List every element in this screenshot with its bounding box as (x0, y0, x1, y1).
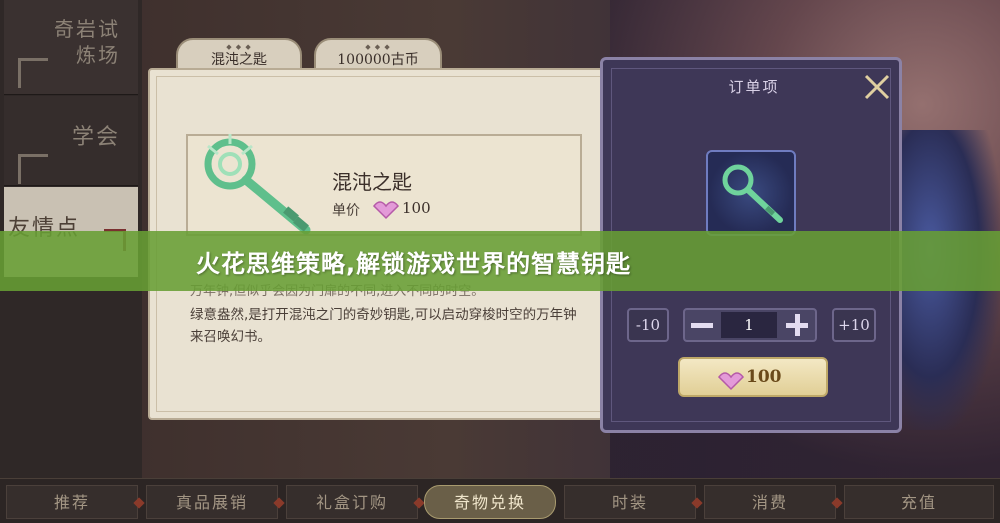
arrow-icon (18, 154, 48, 184)
tab-label: 礼盒订购 (315, 493, 388, 512)
bottom-tab-bar: 推荐 真品展销 礼盒订购 奇物兑换 时装 消费 充值 (0, 478, 1000, 523)
diamond-icon (273, 497, 285, 509)
ornament-icon: ◆ ◆ ◆ (226, 43, 252, 51)
item-tab-button[interactable]: ◆ ◆ ◆ 混沌之匙 (176, 38, 302, 72)
menu-item-label: 学会 (71, 125, 120, 150)
quantity-field[interactable]: 1 (721, 312, 777, 338)
tab-label: 时装 (611, 493, 648, 512)
item-tab-label: 混沌之匙 (211, 52, 267, 68)
menu-item-qiyan[interactable]: 奇岩试炼场 (4, 0, 138, 95)
tab-chongzhi[interactable]: 充值 (844, 485, 994, 519)
tab-label: 真品展销 (175, 493, 248, 512)
gem-icon (718, 372, 744, 391)
purchase-price: 100 (746, 367, 782, 387)
tab-label: 消费 (751, 493, 788, 512)
minus-icon[interactable] (691, 323, 713, 328)
title-banner: 火花思维策略,解锁游戏世界的智慧钥匙 (0, 231, 1000, 291)
currency-tab-label: 100000古币 (337, 52, 419, 68)
quantity-stepper: 1 (683, 308, 817, 342)
plus-ten-button[interactable]: +10 (832, 308, 876, 342)
diamond-icon (691, 497, 703, 509)
tab-tuijian[interactable]: 推荐 (6, 485, 145, 519)
diamond-icon (831, 497, 843, 509)
tab-label: 推荐 (53, 493, 90, 512)
gem-icon (373, 201, 399, 220)
key-icon (722, 164, 783, 223)
purchase-button[interactable]: 100 (678, 357, 828, 397)
item-thumbnail (706, 150, 796, 236)
key-icon (204, 134, 311, 235)
currency-tab-button[interactable]: ◆ ◆ ◆ 100000古币 (314, 38, 442, 72)
unit-price-label: 单价 (332, 203, 360, 219)
item-description: 绿意盎然,是打开混沌之门的奇妙钥匙,可以启动穿梭时空的万年钟来召唤幻书。 (190, 307, 577, 345)
tab-label: 充值 (900, 493, 937, 512)
tab-shizhuang[interactable]: 时装 (564, 485, 703, 519)
tab-xiaofei[interactable]: 消费 (704, 485, 843, 519)
tab-lihe[interactable]: 礼盒订购 (286, 485, 425, 519)
tab-qiwu[interactable]: 奇物兑换 (424, 485, 556, 519)
menu-item-label: 奇岩试炼场 (54, 17, 120, 67)
minus-ten-button[interactable]: -10 (627, 308, 669, 342)
tab-label: 奇物兑换 (453, 493, 526, 512)
close-icon[interactable] (860, 70, 894, 104)
unit-price-value: 100 (402, 199, 431, 217)
item-name: 混沌之匙 (332, 170, 412, 194)
banner-title: 火花思维策略,解锁游戏世界的智慧钥匙 (196, 250, 632, 278)
menu-item-xuehui[interactable]: 学会 (4, 96, 138, 186)
ornament-icon: ◆ ◆ ◆ (365, 43, 391, 51)
diamond-icon (413, 497, 425, 509)
arrow-icon (18, 58, 48, 88)
plus-icon[interactable] (786, 314, 808, 336)
tab-zhenpin[interactable]: 真品展销 (146, 485, 285, 519)
diamond-icon (133, 497, 145, 509)
